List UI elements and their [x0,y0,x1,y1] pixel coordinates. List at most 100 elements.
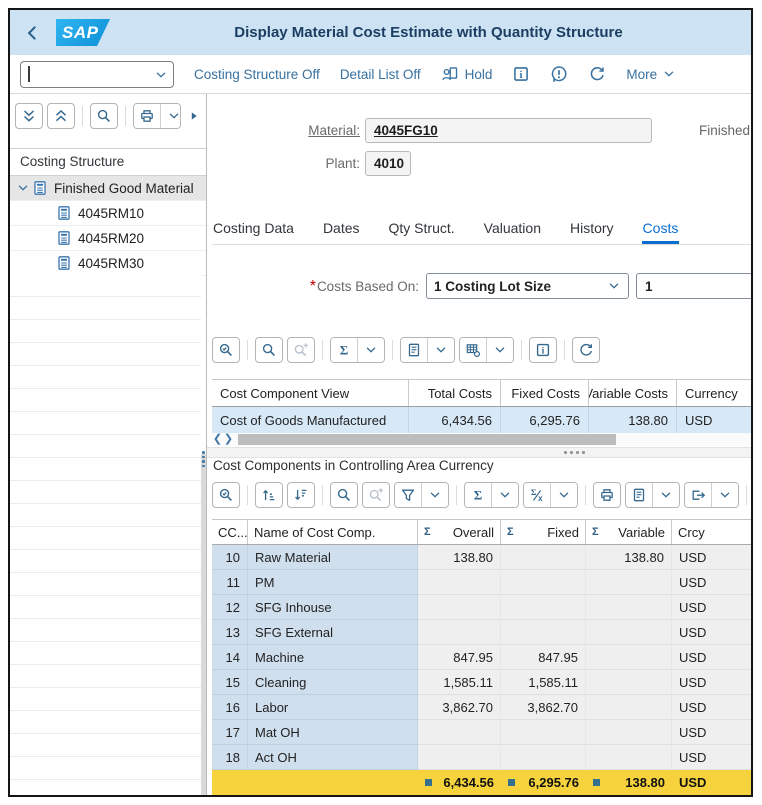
column-header-cc[interactable]: CC... [212,520,248,544]
tree-vertical-scrollbar[interactable] [201,454,206,795]
cell-name: Raw Material [248,545,418,570]
tree-item[interactable]: 4045RM10 [10,201,206,226]
views-button[interactable] [626,483,652,507]
column-header-overall[interactable]: Σ Overall [418,520,501,544]
table-row-selected[interactable]: Cost of Goods Manufactured 6,434.56 6,29… [212,407,751,435]
toolbar-divider [746,485,747,505]
printer-icon [599,487,615,503]
table-row[interactable]: 10 Raw Material 138.80 138.80 USD [212,545,751,570]
column-header-fixed[interactable]: Σ Fixed [501,520,586,544]
views-dropdown[interactable] [652,483,679,507]
services-button[interactable] [572,337,600,363]
material-value-link[interactable]: 4045FG10 [374,123,438,138]
column-label: Variable [618,524,665,540]
cell-cc [212,770,248,795]
costs-based-on-select[interactable]: 1 Costing Lot Size [426,273,629,299]
find-next-button [362,482,390,508]
back-button[interactable] [22,22,44,44]
choose-detail-button[interactable] [212,482,240,508]
find-button[interactable] [255,337,283,363]
filter-dropdown[interactable] [421,483,448,507]
info-button[interactable] [529,337,557,363]
column-header[interactable]: Variable Costs [589,380,677,406]
totals-row[interactable]: 6,434.56 6,295.76 138.80 USD [212,770,751,795]
filter-button[interactable] [395,483,421,507]
sum-button[interactable] [465,483,491,507]
tab-costs[interactable]: Costs [641,220,680,244]
costing-lot-size-field[interactable]: 1 [636,273,751,299]
scroll-right-arrow[interactable]: ❯ [223,433,234,446]
sum-button[interactable] [331,338,357,362]
collapse-all-button[interactable] [15,103,43,129]
tab-qty-struct[interactable]: Qty Struct. [388,220,456,244]
export-dropdown[interactable] [711,483,738,507]
tab-valuation[interactable]: Valuation [483,220,542,244]
layout-button[interactable] [460,338,486,362]
plant-field[interactable]: 4010 [365,151,411,176]
sort-ascending-button[interactable] [255,482,283,508]
column-header[interactable]: Cost Component View [212,380,409,406]
column-header[interactable]: Currency [677,380,751,406]
cell-cc: 17 [212,720,248,745]
sum-dropdown[interactable] [491,483,518,507]
cell-total: 6,434.56 [409,407,501,434]
tab-costing-data[interactable]: Costing Data [212,220,295,244]
table-row[interactable]: 18 Act OH USD [212,745,751,770]
subtotal-button[interactable] [524,483,550,507]
table-row[interactable]: 13 SFG External USD [212,620,751,645]
find-button[interactable] [330,482,358,508]
tree-item[interactable]: 4045RM20 [10,226,206,251]
column-header-crcy[interactable]: Crcy [672,520,751,544]
column-header[interactable]: Fixed Costs [501,380,589,406]
chevron-down-icon[interactable] [154,68,168,82]
layout-dropdown[interactable] [486,338,513,362]
messages-button[interactable] [550,65,568,83]
costing-structure-off-button[interactable]: Costing Structure Off [194,67,320,82]
views-button[interactable] [401,338,427,362]
sort-descending-button[interactable] [287,482,315,508]
scrollbar-thumb[interactable] [238,434,616,445]
hold-button[interactable]: Hold [441,65,492,83]
services-button[interactable] [588,65,606,83]
tab-history[interactable]: History [569,220,615,244]
table-row[interactable]: 15 Cleaning 1,585.11 1,585.11 USD [212,670,751,695]
material-description: Finished [699,123,751,138]
layout-icon [465,342,481,358]
find-button[interactable] [90,103,118,129]
chevron-down-icon[interactable] [16,181,32,195]
column-header-variable[interactable]: Σ Variable [586,520,672,544]
tree-item-root[interactable]: Finished Good Material [10,176,206,201]
table-row[interactable]: 16 Labor 3,862.70 3,862.70 USD [212,695,751,720]
cell-fixed [501,745,586,770]
cell-currency: USD [672,545,751,570]
views-dropdown[interactable] [427,338,454,362]
toolbar-overflow-button[interactable] [187,109,201,123]
info-button[interactable] [512,65,530,83]
search-icon [336,487,352,503]
material-field[interactable]: 4045FG10 [365,118,652,143]
column-header-name[interactable]: Name of Cost Comp. [248,520,418,544]
print-button[interactable] [593,482,621,508]
more-menu-button[interactable]: More [626,67,676,82]
table-row[interactable]: 11 PM USD [212,570,751,595]
cost-components-toolbar [212,481,751,509]
command-field[interactable] [20,60,174,88]
table-row[interactable]: 12 SFG Inhouse USD [212,595,751,620]
table-row[interactable]: 14 Machine 847.95 847.95 USD [212,645,751,670]
column-header[interactable]: Total Costs [409,380,501,406]
sum-dropdown[interactable] [357,338,384,362]
panel-splitter-handle[interactable] [200,446,207,472]
detail-list-off-button[interactable]: Detail List Off [340,67,421,82]
export-button[interactable] [685,483,711,507]
expand-all-button[interactable] [47,103,75,129]
print-options-dropdown[interactable] [160,104,180,128]
tree-item[interactable]: 4045RM30 [10,251,206,276]
horizontal-splitter[interactable] [207,447,751,458]
print-button[interactable] [134,104,160,128]
table-row[interactable]: 17 Mat OH USD [212,720,751,745]
subtotal-dropdown[interactable] [550,483,577,507]
command-input[interactable] [21,61,173,87]
scroll-left-arrow[interactable]: ❮ [212,433,223,446]
choose-detail-button[interactable] [212,337,240,363]
tab-dates[interactable]: Dates [322,220,361,244]
